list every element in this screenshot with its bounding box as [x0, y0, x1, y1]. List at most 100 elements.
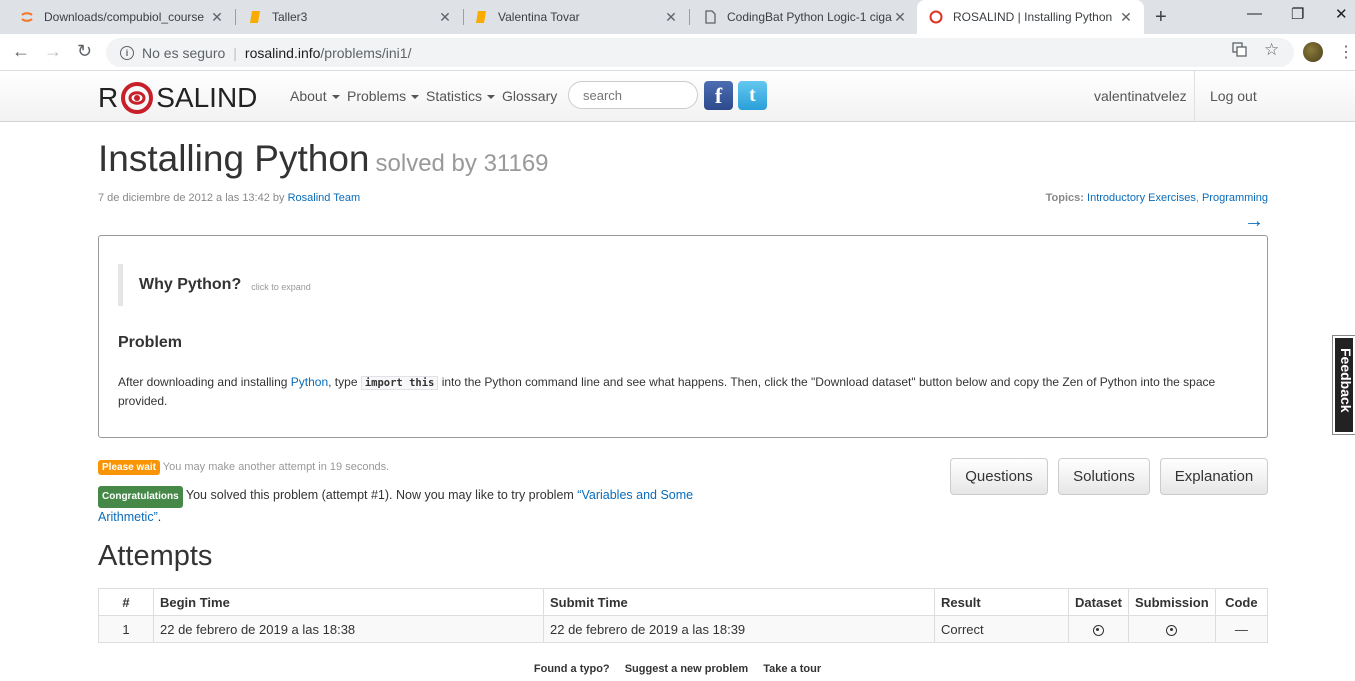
profile-avatar[interactable] [1303, 42, 1323, 62]
menu-statistics[interactable]: Statistics [426, 88, 496, 104]
result: Correct [934, 615, 1069, 643]
footer-links: Found a typo? Suggest a new problem Take… [0, 663, 1355, 675]
address-bar[interactable]: i No es seguro | rosalind.info/problems/… [106, 38, 1294, 67]
page-icon [703, 10, 717, 24]
jupyter-icon [20, 10, 34, 24]
wait-text: You may make another attempt in 19 secon… [159, 461, 390, 473]
rosalind-logo[interactable]: R SALIND [98, 81, 257, 115]
notebook-icon [248, 10, 262, 24]
expand-hint: click to expand [251, 282, 311, 292]
facebook-icon[interactable]: f [704, 81, 733, 110]
security-label: No es seguro [142, 44, 226, 61]
close-tab-icon[interactable]: ✕ [1118, 9, 1134, 26]
why-title: Why Python? [139, 276, 242, 293]
begin-time: 22 de febrero de 2019 a las 18:38 [153, 615, 544, 643]
typo-link[interactable]: Found a typo? [534, 663, 610, 675]
close-tab-icon[interactable]: ✕ [892, 9, 908, 26]
table-header-row: # Begin Time Submit Time Result Dataset … [98, 588, 1269, 616]
problem-topics: Topics: Introductory Exercises, Programm… [1046, 192, 1268, 204]
notebook-icon [474, 10, 488, 24]
topic-link[interactable]: Introductory Exercises [1087, 192, 1196, 204]
wait-message: Please wait You may make another attempt… [98, 460, 389, 475]
caret-down-icon [487, 95, 496, 100]
close-tab-icon[interactable]: ✕ [209, 9, 225, 26]
browser-tab[interactable]: Taller3 ✕ [228, 0, 463, 34]
column-header: Submission [1127, 588, 1216, 616]
problem-title: Installing Python [98, 138, 370, 179]
browser-tab[interactable]: Valentina Tovar ✕ [454, 0, 689, 34]
translate-icon[interactable] [1232, 42, 1247, 61]
feedback-tab[interactable]: Feedback [1332, 335, 1355, 435]
suggest-problem-link[interactable]: Suggest a new problem [625, 663, 748, 675]
tab-title: CodingBat Python Logic-1 ciga [727, 10, 892, 24]
site-navbar: R SALIND About Problems Statistics Gloss… [0, 71, 1355, 122]
minimize-icon[interactable]: — [1247, 5, 1262, 22]
search-input[interactable] [568, 81, 698, 109]
take-tour-link[interactable]: Take a tour [763, 663, 821, 675]
column-header: Begin Time [153, 588, 544, 616]
menu-kebab-icon[interactable]: ⋮ [1338, 42, 1354, 62]
forward-icon[interactable]: → [44, 41, 62, 62]
column-header: Code [1214, 588, 1269, 616]
table-row: 1 22 de febrero de 2019 a las 18:38 22 d… [98, 615, 1269, 643]
wait-badge: Please wait [98, 460, 160, 475]
explanation-button[interactable]: Explanation [1160, 458, 1268, 495]
maximize-icon[interactable]: ❐ [1291, 5, 1304, 23]
bookmark-star-icon[interactable]: ☆ [1264, 40, 1279, 60]
close-tab-icon[interactable]: ✕ [437, 9, 453, 26]
why-python-expander[interactable]: Why Python? click to expand [118, 264, 311, 306]
url-path: /problems/ini1/ [320, 44, 412, 61]
problem-date: 7 de diciembre de 2012 a las 13:42 by [98, 192, 285, 204]
back-icon[interactable]: ← [12, 41, 30, 62]
column-header: Result [934, 588, 1069, 616]
solved-count: solved by 31169 [375, 150, 549, 177]
download-submission-icon[interactable] [1166, 624, 1178, 636]
problem-heading: Problem [118, 334, 183, 351]
navbar-divider [1194, 71, 1195, 121]
code-cell: — [1214, 615, 1269, 643]
attempts-heading: Attempts [98, 540, 213, 572]
menu-glossary[interactable]: Glossary [502, 88, 557, 104]
caret-down-icon [331, 95, 340, 100]
tab-title: Downloads/compubiol_course [44, 10, 205, 24]
rosalind-icon [929, 10, 943, 24]
column-header: Submit Time [543, 588, 935, 616]
submission-cell [1127, 615, 1216, 643]
address-divider: | [233, 44, 237, 61]
download-dataset-icon[interactable] [1092, 624, 1104, 636]
python-link[interactable]: Python [291, 375, 328, 389]
topic-link[interactable]: Programming [1202, 192, 1268, 204]
logout-link[interactable]: Log out [1210, 88, 1257, 104]
submit-time: 22 de febrero de 2019 a las 18:39 [543, 615, 935, 643]
menu-about[interactable]: About [290, 88, 340, 104]
questions-button[interactable]: Questions [950, 458, 1048, 495]
url-host: rosalind.info [244, 44, 321, 61]
caret-down-icon [411, 95, 420, 100]
solutions-button[interactable]: Solutions [1058, 458, 1150, 495]
menu-problems[interactable]: Problems [347, 88, 420, 104]
info-icon[interactable]: i [120, 45, 134, 60]
inline-code: import this [360, 376, 439, 390]
column-header: Dataset [1068, 588, 1129, 616]
feedback-label: Feedback [1338, 348, 1354, 413]
problem-meta: 7 de diciembre de 2012 a las 13:42 by Ro… [98, 192, 360, 204]
browser-tabstrip: Downloads/compubiol_course ✕ Taller3 ✕ V… [0, 0, 1355, 34]
twitter-icon[interactable]: t [738, 81, 767, 110]
browser-tab[interactable]: Downloads/compubiol_course ✕ [0, 0, 235, 34]
browser-toolbar: ← → ↻ i No es seguro | rosalind.info/pro… [0, 34, 1355, 71]
rosalind-logo-icon [121, 82, 154, 114]
attempt-number: 1 [98, 615, 154, 643]
problem-statement: After downloading and installing Python,… [118, 375, 1216, 408]
close-tab-icon[interactable]: ✕ [663, 9, 679, 26]
topics-label: Topics: [1045, 192, 1084, 204]
author-link[interactable]: Rosalind Team [288, 192, 361, 204]
column-header: # [98, 588, 154, 616]
new-tab-button[interactable]: + [1155, 6, 1167, 29]
browser-tab[interactable]: CodingBat Python Logic-1 ciga ✕ [683, 0, 918, 34]
browser-tab-active[interactable]: ROSALIND | Installing Python ✕ [917, 0, 1144, 34]
reload-icon[interactable]: ↻ [77, 41, 92, 62]
tab-title: Valentina Tovar [498, 10, 580, 24]
next-problem-arrow-icon[interactable]: → [1244, 210, 1264, 233]
window-close-icon[interactable]: ✕ [1335, 5, 1348, 23]
username-link[interactable]: valentinatvelez [1094, 88, 1187, 104]
